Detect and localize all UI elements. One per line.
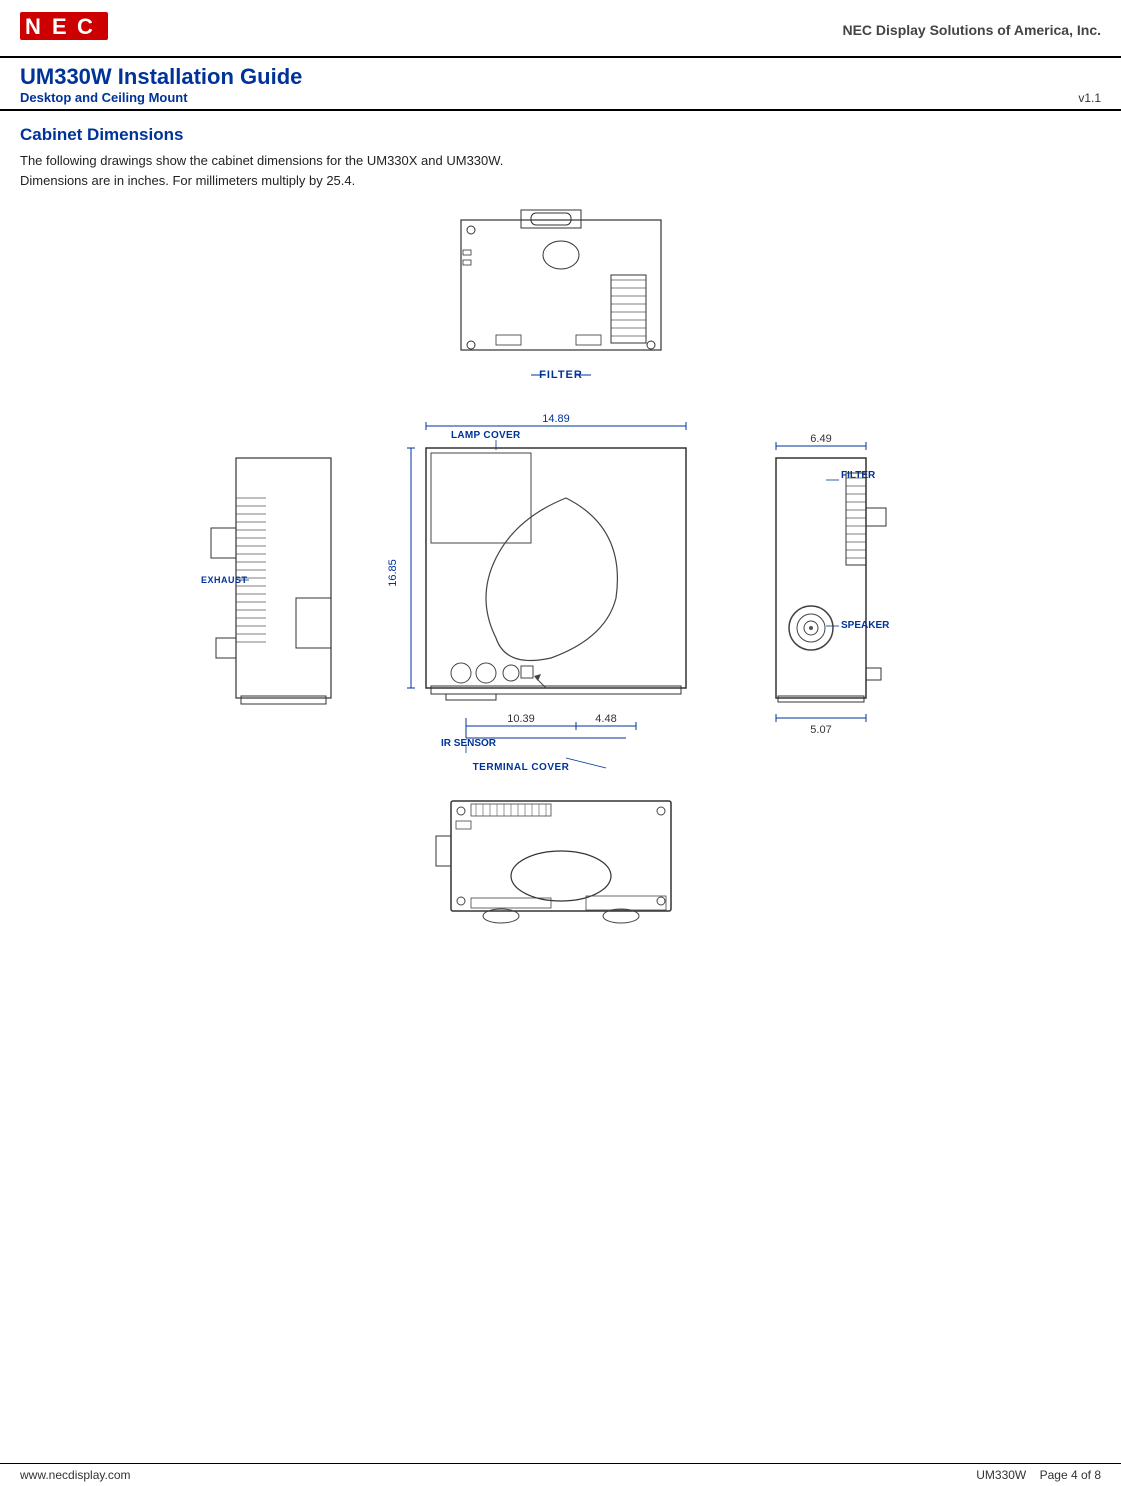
svg-text:4.48: 4.48 <box>595 713 616 725</box>
svg-text:LAMP COVER: LAMP COVER <box>451 430 521 441</box>
top-view-container: FILTER <box>401 200 721 390</box>
svg-text:N: N <box>25 14 41 39</box>
svg-text:SPEAKER: SPEAKER <box>841 620 890 631</box>
page-header: N E C NEC Display Solutions of America, … <box>0 0 1121 58</box>
subtitle-row: Desktop and Ceiling Mount v1.1 <box>20 90 1101 109</box>
svg-text:C: C <box>77 14 93 39</box>
top-view-diagram: FILTER <box>401 200 721 390</box>
section-description: The following drawings show the cabinet … <box>20 151 1101 190</box>
title-section: UM330W Installation Guide Desktop and Ce… <box>0 58 1121 111</box>
footer-website: www.necdisplay.com <box>20 1468 130 1482</box>
left-side-view: EXHAUST <box>201 418 356 758</box>
svg-text:E: E <box>52 14 67 39</box>
svg-text:10.39: 10.39 <box>507 713 535 725</box>
section-title: Cabinet Dimensions <box>20 125 1101 145</box>
svg-text:14.89: 14.89 <box>542 413 570 425</box>
svg-text:6.49: 6.49 <box>810 433 831 445</box>
nec-logo: N E C <box>20 10 110 50</box>
diagrams-container: FILTER <box>20 200 1101 961</box>
svg-text:5.07: 5.07 <box>810 724 831 736</box>
svg-text:IR SENSOR: IR SENSOR <box>441 738 497 749</box>
right-side-view: 6.49 FILTER <box>746 418 921 758</box>
front-view: 14.89 LAMP COVER <box>366 398 736 778</box>
middle-row: EXHAUST 14.89 LAMP COVER <box>20 398 1101 778</box>
doc-version: v1.1 <box>1078 91 1101 105</box>
svg-text:16.85: 16.85 <box>387 560 399 588</box>
bottom-view-container <box>401 786 721 951</box>
doc-subtitle: Desktop and Ceiling Mount <box>20 90 188 105</box>
doc-title: UM330W Installation Guide <box>20 64 1101 90</box>
footer-model-page: UM330W Page 4 of 8 <box>976 1468 1101 1482</box>
company-name: NEC Display Solutions of America, Inc. <box>842 22 1101 38</box>
page-footer: www.necdisplay.com UM330W Page 4 of 8 <box>0 1463 1121 1486</box>
logo-area: N E C <box>20 10 110 50</box>
main-content: Cabinet Dimensions The following drawing… <box>0 111 1121 971</box>
svg-text:TERMINAL COVER: TERMINAL COVER <box>472 762 569 773</box>
bottom-view-diagram <box>401 786 721 951</box>
